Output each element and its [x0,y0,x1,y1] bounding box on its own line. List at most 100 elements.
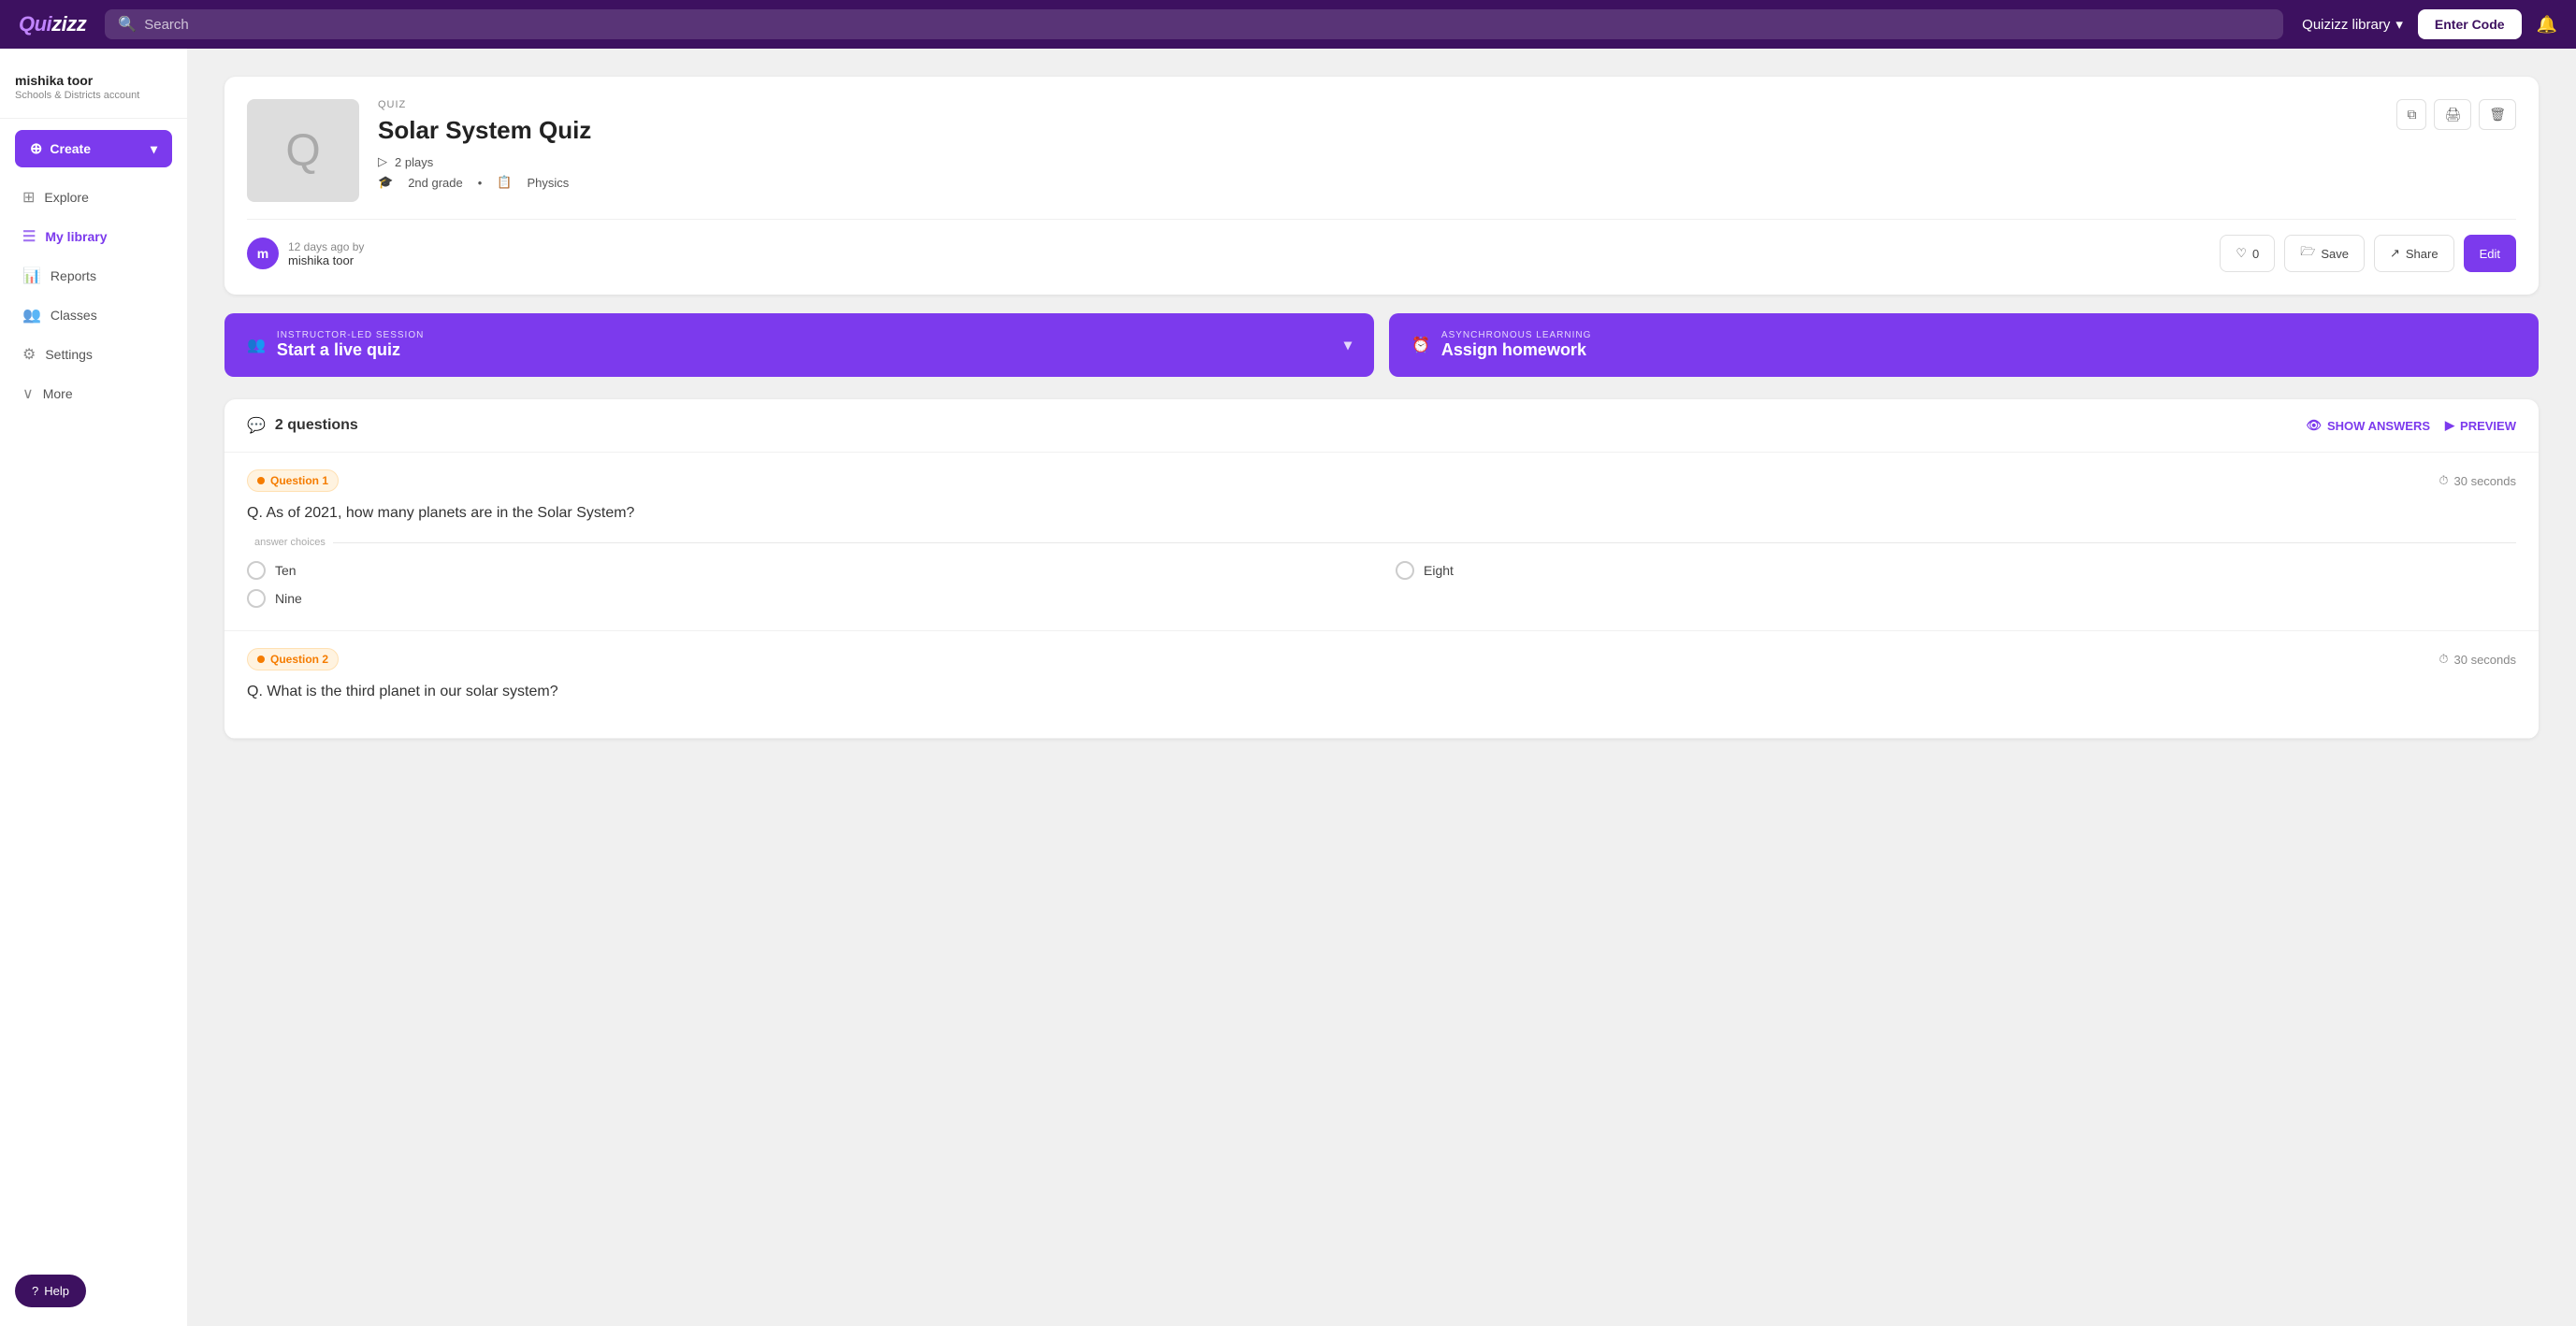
user-account: Schools & Districts account [15,90,172,101]
question-1-time: ⏱ 30 seconds [2439,473,2516,488]
duplicate-button[interactable]: ⧉ [2396,99,2426,130]
sidebar-item-classes-label: Classes [51,308,97,323]
print-button[interactable]: 🖨 [2434,99,2471,130]
heart-icon: ♡ [2236,246,2247,261]
top-nav: Quizizz 🔍 Quizizz library ▾ Enter Code 🔔 [0,0,2576,49]
library-label: Quizizz library [2302,17,2390,33]
share-label: Share [2406,247,2439,261]
question-1-text: Q. As of 2021, how many planets are in t… [247,505,2516,522]
explore-icon: ⊞ [22,188,35,207]
choice-eight-label: Eight [1424,563,1454,578]
main-layout: mishika toor Schools & Districts account… [0,49,2576,1326]
grade-icon: 🎓 [378,175,393,190]
live-quiz-label: INSTRUCTOR-LED SESSION [277,330,424,340]
edit-label: Edit [2480,247,2500,261]
like-count: 0 [2252,247,2259,261]
reports-icon: 📊 [22,267,41,285]
live-quiz-button[interactable]: 👥 INSTRUCTOR-LED SESSION Start a live qu… [224,313,1374,377]
homework-button[interactable]: ⏰ ASYNCHRONOUS LEARNING Assign homework [1389,313,2539,377]
sidebar-item-reports[interactable]: 📊 Reports [7,257,180,295]
questions-header: 💬 2 questions 👁 SHOW ANSWERS ▶ PREVIEW [224,399,2539,453]
question-2-badge: Question 2 [247,648,339,670]
question-2-time: ⏱ 30 seconds [2439,652,2516,667]
dropdown-arrow-icon: ▾ [151,141,157,157]
save-icon: 🗁 [2300,243,2315,264]
quiz-thumbnail: Q [247,99,359,202]
sidebar-item-explore[interactable]: ⊞ Explore [7,179,180,216]
quiz-title: Solar System Quiz [378,116,2516,145]
eye-icon: 👁 [2306,418,2322,433]
preview-label: PREVIEW [2460,419,2516,433]
author-details: 12 days ago by mishika toor [288,240,364,267]
question-1-badge: Question 1 [247,469,339,492]
create-label: Create [50,141,91,156]
help-icon: ? [32,1284,38,1298]
questions-icon: 💬 [247,416,266,435]
preview-play-icon: ▶ [2445,418,2454,433]
homework-icon: ⏰ [1411,336,1430,354]
quiz-type-label: QUIZ [378,99,2516,110]
choice-ten-label: Ten [275,563,297,578]
settings-icon: ⚙ [22,345,36,364]
quiz-card: Q QUIZ Solar System Quiz ▷ 2 plays 🎓 2nd… [224,77,2539,295]
library-button[interactable]: Quizizz library ▾ [2302,16,2403,33]
sidebar-item-explore-label: Explore [44,190,88,205]
question-1-meta: Question 1 ⏱ 30 seconds [247,469,2516,492]
question-card-1: Question 1 ⏱ 30 seconds Q. As of 2021, h… [224,453,2539,631]
preview-button[interactable]: ▶ PREVIEW [2445,418,2516,433]
quiz-info: QUIZ Solar System Quiz ▷ 2 plays 🎓 2nd g… [378,99,2516,190]
question-badge-dot [257,477,265,484]
search-input[interactable] [144,17,2270,33]
show-answers-button[interactable]: 👁 SHOW ANSWERS [2306,418,2430,433]
save-label: Save [2321,247,2349,261]
live-quiz-text: INSTRUCTOR-LED SESSION Start a live quiz [277,330,424,360]
share-icon: ↗ [2390,246,2400,261]
help-button[interactable]: ? Help [15,1275,86,1307]
author-name: mishika toor [288,253,364,267]
user-name: mishika toor [15,73,172,88]
sidebar-item-settings[interactable]: ⚙ Settings [7,336,180,373]
choice-nine-label: Nine [275,591,302,606]
logo: Quizizz [19,12,86,36]
create-button[interactable]: ⊕ Create ▾ [15,130,172,167]
quiz-subject: Physics [528,176,570,190]
questions-controls: 👁 SHOW ANSWERS ▶ PREVIEW [2306,418,2516,433]
edit-button[interactable]: Edit [2464,235,2516,272]
footer-buttons: ♡ 0 🗁 Save ↗ Share Edit [2220,235,2516,272]
bell-icon[interactable]: 🔔 [2537,15,2557,35]
homework-label: ASYNCHRONOUS LEARNING [1441,330,1591,340]
sidebar-item-classes[interactable]: 👥 Classes [7,296,180,334]
session-buttons: 👥 INSTRUCTOR-LED SESSION Start a live qu… [224,313,2539,377]
choice-ten: Ten [247,561,1368,580]
quiz-grade: 2nd grade [408,176,463,190]
question-2-meta: Question 2 ⏱ 30 seconds [247,648,2516,670]
live-quiz-title: Start a live quiz [277,340,424,360]
save-button[interactable]: 🗁 Save [2284,235,2365,272]
quiz-card-actions: ⧉ 🖨 🗑 [2396,99,2516,130]
sidebar-item-my-library[interactable]: ☰ My library [7,218,180,255]
quiz-thumbnail-icon: Q [285,125,320,177]
nav-right: Quizizz library ▾ Enter Code 🔔 [2302,9,2557,39]
search-icon: 🔍 [118,15,137,34]
live-quiz-arrow-icon: ▾ [1344,336,1352,354]
homework-text: ASYNCHRONOUS LEARNING Assign homework [1441,330,1591,360]
questions-section: 💬 2 questions 👁 SHOW ANSWERS ▶ PREVIEW [224,399,2539,739]
quiz-card-footer: m 12 days ago by mishika toor ♡ 0 🗁 Save [247,219,2516,272]
share-button[interactable]: ↗ Share [2374,235,2454,272]
library-icon: ☰ [22,227,36,246]
like-button[interactable]: ♡ 0 [2220,235,2275,272]
live-quiz-icon: 👥 [247,336,266,354]
author-info: m 12 days ago by mishika toor [247,238,364,269]
enter-code-button[interactable]: Enter Code [2418,9,2522,39]
quiz-meta-row: 🎓 2nd grade • 📋 Physics [378,175,2516,190]
choices-grid-1: Ten Eight Nine [247,561,2516,608]
clock-icon: ⏱ [2439,473,2448,488]
sidebar: mishika toor Schools & Districts account… [0,49,187,1326]
sidebar-item-more[interactable]: ∨ More [7,375,180,412]
quiz-card-header: Q QUIZ Solar System Quiz ▷ 2 plays 🎓 2nd… [247,99,2516,202]
choice-eight: Eight [1396,561,2516,580]
classes-icon: 👥 [22,306,41,324]
homework-title: Assign homework [1441,340,1591,360]
delete-button[interactable]: 🗑 [2479,99,2516,130]
search-bar[interactable]: 🔍 [105,9,2283,39]
